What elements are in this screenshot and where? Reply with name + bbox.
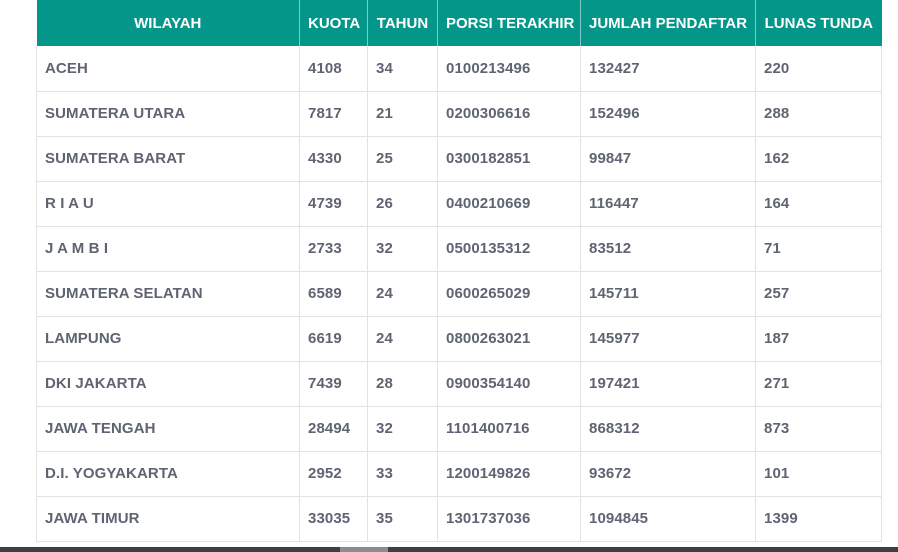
cell-wilayah: ACEH bbox=[36, 46, 300, 92]
cell-lunas-tunda: 1399 bbox=[755, 496, 882, 542]
cell-jumlah-pendaftar: 132427 bbox=[580, 46, 756, 92]
cell-kuota: 2733 bbox=[299, 226, 368, 272]
cell-wilayah: R I A U bbox=[36, 181, 300, 227]
cell-wilayah: JAWA TIMUR bbox=[36, 496, 300, 542]
header-wilayah: WILAYAH bbox=[36, 0, 300, 46]
cell-jumlah-pendaftar: 99847 bbox=[580, 136, 756, 182]
cell-kuota: 33035 bbox=[299, 496, 368, 542]
cell-jumlah-pendaftar: 868312 bbox=[580, 406, 756, 452]
cell-tahun: 28 bbox=[367, 361, 438, 407]
cell-lunas-tunda: 71 bbox=[755, 226, 882, 272]
table-row: DKI JAKARTA 7439 28 0900354140 197421 271 bbox=[36, 361, 882, 407]
cell-porsi-terakhir: 0900354140 bbox=[437, 361, 581, 407]
cell-kuota: 28494 bbox=[299, 406, 368, 452]
cell-jumlah-pendaftar: 152496 bbox=[580, 91, 756, 137]
cell-wilayah: J A M B I bbox=[36, 226, 300, 272]
cell-tahun: 26 bbox=[367, 181, 438, 227]
cell-wilayah: DKI JAKARTA bbox=[36, 361, 300, 407]
table-row: ACEH 4108 34 0100213496 132427 220 bbox=[36, 46, 882, 92]
cell-kuota: 4330 bbox=[299, 136, 368, 182]
table-row: SUMATERA SELATAN 6589 24 0600265029 145711 25… bbox=[36, 271, 882, 317]
table-body: ACEH 4108 34 0100213496 132427 220 SUMATERA UT… bbox=[36, 46, 882, 542]
page: WILAYAH KUOTA TAHUN PORSI TERAKHIR JUMLA… bbox=[0, 0, 898, 552]
header-porsi-terakhir: PORSI TERAKHIR bbox=[437, 0, 581, 46]
cell-tahun: 34 bbox=[367, 46, 438, 92]
cell-jumlah-pendaftar: 197421 bbox=[580, 361, 756, 407]
table-row: LAMPUNG 6619 24 0800263021 145977 187 bbox=[36, 316, 882, 362]
cell-lunas-tunda: 873 bbox=[755, 406, 882, 452]
cell-jumlah-pendaftar: 145711 bbox=[580, 271, 756, 317]
cell-tahun: 32 bbox=[367, 406, 438, 452]
cell-lunas-tunda: 101 bbox=[755, 451, 882, 497]
cell-tahun: 21 bbox=[367, 91, 438, 137]
header-jumlah-pendaftar: JUMLAH PENDAFTAR bbox=[580, 0, 756, 46]
cell-kuota: 7439 bbox=[299, 361, 368, 407]
cell-porsi-terakhir: 0200306616 bbox=[437, 91, 581, 137]
horizontal-scrollbar[interactable] bbox=[0, 547, 898, 552]
cell-jumlah-pendaftar: 145977 bbox=[580, 316, 756, 362]
header-lunas-tunda: LUNAS TUNDA bbox=[755, 0, 882, 46]
cell-tahun: 33 bbox=[367, 451, 438, 497]
cell-wilayah: JAWA TENGAH bbox=[36, 406, 300, 452]
cell-lunas-tunda: 187 bbox=[755, 316, 882, 362]
cell-tahun: 24 bbox=[367, 271, 438, 317]
cell-lunas-tunda: 257 bbox=[755, 271, 882, 317]
cell-tahun: 24 bbox=[367, 316, 438, 362]
cell-wilayah: LAMPUNG bbox=[36, 316, 300, 362]
cell-wilayah: D.I. YOGYAKARTA bbox=[36, 451, 300, 497]
header-tahun: TAHUN bbox=[367, 0, 438, 46]
cell-wilayah: SUMATERA UTARA bbox=[36, 91, 300, 137]
cell-tahun: 35 bbox=[367, 496, 438, 542]
cell-lunas-tunda: 288 bbox=[755, 91, 882, 137]
cell-porsi-terakhir: 1301737036 bbox=[437, 496, 581, 542]
cell-jumlah-pendaftar: 116447 bbox=[580, 181, 756, 227]
table-row: SUMATERA BARAT 4330 25 0300182851 99847 162 bbox=[36, 136, 882, 182]
table-row: SUMATERA UTARA 7817 21 0200306616 152496 288 bbox=[36, 91, 882, 137]
cell-tahun: 25 bbox=[367, 136, 438, 182]
cell-kuota: 4739 bbox=[299, 181, 368, 227]
table-row: JAWA TIMUR 33035 35 1301737036 1094845 1399 bbox=[36, 496, 882, 542]
cell-kuota: 7817 bbox=[299, 91, 368, 137]
cell-kuota: 6589 bbox=[299, 271, 368, 317]
quota-table: WILAYAH KUOTA TAHUN PORSI TERAKHIR JUMLA… bbox=[36, 0, 882, 542]
cell-jumlah-pendaftar: 83512 bbox=[580, 226, 756, 272]
cell-porsi-terakhir: 0100213496 bbox=[437, 46, 581, 92]
cell-porsi-terakhir: 0600265029 bbox=[437, 271, 581, 317]
cell-porsi-terakhir: 0400210669 bbox=[437, 181, 581, 227]
cell-lunas-tunda: 164 bbox=[755, 181, 882, 227]
table-row: R I A U 4739 26 0400210669 116447 164 bbox=[36, 181, 882, 227]
scrollbar-thumb[interactable] bbox=[340, 547, 388, 552]
table-row: J A M B I 2733 32 0500135312 83512 71 bbox=[36, 226, 882, 272]
cell-lunas-tunda: 162 bbox=[755, 136, 882, 182]
cell-lunas-tunda: 271 bbox=[755, 361, 882, 407]
cell-porsi-terakhir: 1101400716 bbox=[437, 406, 581, 452]
cell-tahun: 32 bbox=[367, 226, 438, 272]
cell-lunas-tunda: 220 bbox=[755, 46, 882, 92]
cell-porsi-terakhir: 1200149826 bbox=[437, 451, 581, 497]
cell-kuota: 2952 bbox=[299, 451, 368, 497]
cell-wilayah: SUMATERA BARAT bbox=[36, 136, 300, 182]
cell-porsi-terakhir: 0500135312 bbox=[437, 226, 581, 272]
cell-kuota: 4108 bbox=[299, 46, 368, 92]
cell-jumlah-pendaftar: 1094845 bbox=[580, 496, 756, 542]
table-header-row: WILAYAH KUOTA TAHUN PORSI TERAKHIR JUMLA… bbox=[36, 0, 882, 46]
header-kuota: KUOTA bbox=[299, 0, 368, 46]
cell-porsi-terakhir: 0800263021 bbox=[437, 316, 581, 362]
cell-kuota: 6619 bbox=[299, 316, 368, 362]
table-row: D.I. YOGYAKARTA 2952 33 1200149826 93672 101 bbox=[36, 451, 882, 497]
cell-wilayah: SUMATERA SELATAN bbox=[36, 271, 300, 317]
table-row: JAWA TENGAH 28494 32 1101400716 868312 873 bbox=[36, 406, 882, 452]
cell-jumlah-pendaftar: 93672 bbox=[580, 451, 756, 497]
cell-porsi-terakhir: 0300182851 bbox=[437, 136, 581, 182]
